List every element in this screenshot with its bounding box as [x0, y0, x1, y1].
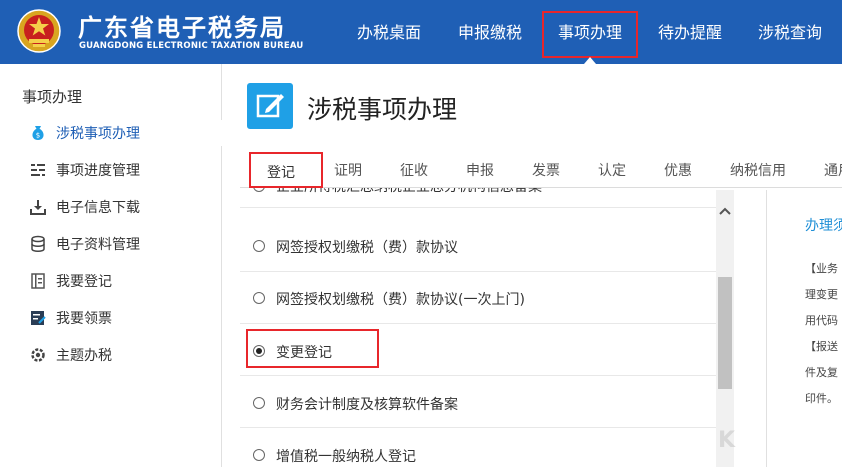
- list-item[interactable]: 网签授权划缴税（费）款协议: [240, 220, 716, 272]
- sidebar-item-theme-tax[interactable]: 主题办税: [0, 342, 222, 368]
- list-item[interactable]: 企业所得税汇总纳税企业总分机构信息备案: [240, 188, 716, 208]
- register-book-icon: [31, 273, 45, 289]
- selected-item-highlight-box: [246, 329, 379, 368]
- list-item[interactable]: 网签授权划缴税（费）款协议(一次上门): [240, 272, 716, 324]
- site-subtitle: GUANGDONG ELECTRONIC TAXATION BUREAU: [79, 41, 304, 51]
- list-scrollbar[interactable]: [716, 190, 734, 467]
- guide-text: 印件。: [805, 392, 838, 405]
- sidebar-item-data-management[interactable]: 电子资料管理: [0, 231, 222, 257]
- radio-button[interactable]: [253, 397, 265, 409]
- guide-text: 件及复: [805, 366, 838, 379]
- tab-certificate[interactable]: 证明: [334, 160, 362, 180]
- sidebar-item-label: 涉税事项办理: [56, 126, 140, 142]
- progress-list-icon: [31, 164, 45, 176]
- database-icon: [31, 235, 45, 252]
- sidebar-item-tax-matters[interactable]: $ 涉税事项办理: [0, 120, 222, 146]
- sidebar: 事项办理 $ 涉税事项办理 事项进度管理 电子信息下载 电子资料管理 我要登记 …: [0, 64, 222, 467]
- nav-highlight-box: [542, 11, 638, 58]
- radio-button[interactable]: [253, 188, 265, 192]
- guide-panel: 办理须 【业务 理变更 用代码 【报送 件及复 印件。: [766, 190, 842, 467]
- list-item-label: 企业所得税汇总纳税企业总分机构信息备案: [276, 188, 542, 196]
- sidebar-item-label: 主题办税: [56, 348, 112, 364]
- invoice-icon: [31, 311, 46, 325]
- sidebar-title: 事项办理: [22, 88, 83, 106]
- sidebar-item-progress[interactable]: 事项进度管理: [0, 157, 222, 183]
- list-item[interactable]: 财务会计制度及核算软件备案: [240, 376, 716, 428]
- sidebar-item-download[interactable]: 电子信息下载: [0, 194, 222, 220]
- nav-declare-pay[interactable]: 申报缴税: [458, 0, 522, 64]
- nav-desktop[interactable]: 办税桌面: [357, 0, 421, 64]
- gear-icon: [31, 348, 45, 362]
- sidebar-item-label: 事项进度管理: [56, 163, 140, 179]
- sidebar-item-label: 电子信息下载: [56, 200, 140, 216]
- tab-collection[interactable]: 征收: [400, 160, 428, 180]
- tab-invoice[interactable]: 发票: [532, 160, 560, 180]
- tax-emblem-icon: [17, 9, 61, 53]
- money-bag-icon: $: [32, 126, 44, 140]
- guide-text: 用代码: [805, 314, 838, 327]
- radio-button[interactable]: [253, 292, 265, 304]
- sidebar-item-register[interactable]: 我要登记: [0, 268, 222, 294]
- page-title: 涉税事项办理: [307, 95, 458, 124]
- tab-preferential[interactable]: 优惠: [664, 160, 692, 180]
- nav-reminders[interactable]: 待办提醒: [658, 0, 722, 64]
- nav-query[interactable]: 涉税查询: [758, 0, 822, 64]
- download-icon: [30, 200, 46, 215]
- tab-register[interactable]: 登记: [267, 162, 295, 182]
- edit-icon: [256, 94, 284, 118]
- guide-text: 理变更: [805, 288, 838, 301]
- list-item-label: 增值税一般纳税人登记: [276, 449, 416, 465]
- sidebar-item-label: 我要登记: [56, 274, 112, 290]
- radio-button[interactable]: [253, 240, 265, 252]
- chevron-up-icon[interactable]: [716, 204, 734, 218]
- list-item-label: 财务会计制度及核算软件备案: [276, 397, 458, 413]
- list-item-label: 网签授权划缴税（费）款协议: [276, 240, 458, 256]
- list-item[interactable]: 增值税一般纳税人登记: [240, 428, 716, 467]
- sidebar-item-label: 电子资料管理: [56, 237, 140, 253]
- top-header: 广东省电子税务局 GUANGDONG ELECTRONIC TAXATION B…: [0, 0, 842, 64]
- matter-list: 企业所得税汇总纳税企业总分机构信息备案 网签授权划缴税（费）款协议 网签授权划缴…: [240, 188, 716, 467]
- tab-declaration[interactable]: 申报: [466, 160, 494, 180]
- sidebar-item-invoice[interactable]: 我要领票: [0, 305, 222, 331]
- guide-title: 办理须: [805, 218, 842, 234]
- tab-identification[interactable]: 认定: [598, 160, 626, 180]
- nav-active-arrow: [584, 57, 596, 64]
- scrollbar-thumb[interactable]: [718, 277, 732, 389]
- radio-button[interactable]: [253, 449, 265, 461]
- svg-text:$: $: [36, 132, 40, 140]
- tab-tax-credit[interactable]: 纳税信用: [730, 160, 786, 180]
- guide-text: 【业务: [805, 262, 838, 275]
- sidebar-item-label: 我要领票: [56, 311, 112, 327]
- site-title: 广东省电子税务局: [78, 14, 286, 42]
- guide-text: 【报送: [805, 340, 838, 353]
- page-title-icon-box: [247, 83, 293, 129]
- watermark: K: [718, 428, 736, 453]
- tab-general[interactable]: 通用: [824, 160, 842, 180]
- list-item-label: 网签授权划缴税（费）款协议(一次上门): [276, 292, 525, 308]
